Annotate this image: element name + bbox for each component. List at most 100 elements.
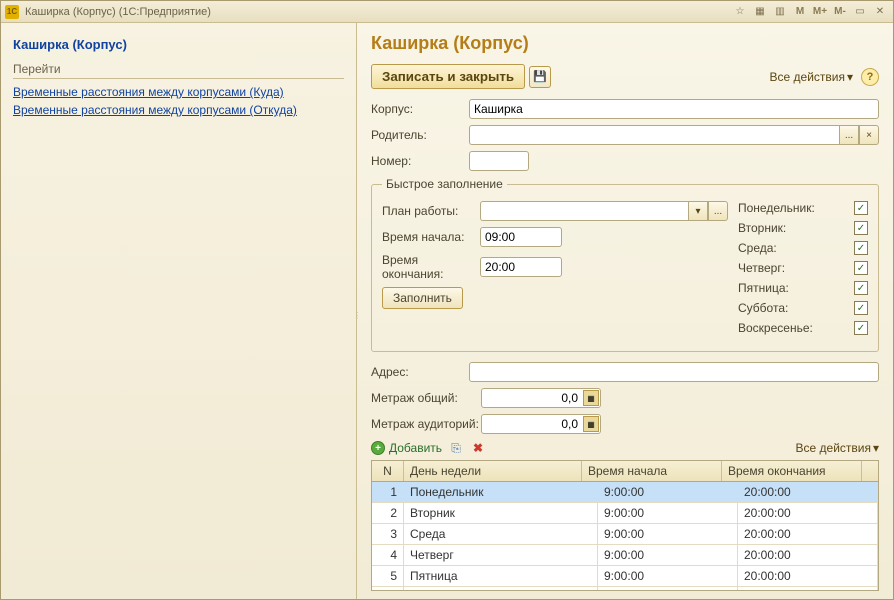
day-wed-checkbox[interactable]: ✓ — [854, 241, 868, 255]
plan-select-button[interactable]: ... — [708, 201, 728, 221]
col-n-header[interactable]: N — [372, 461, 404, 481]
memory-m-button[interactable]: M — [791, 4, 809, 20]
cell-start: 9:00:00 — [598, 545, 738, 565]
cell-n: 3 — [372, 524, 404, 544]
all-actions-dropdown[interactable]: Все действия ▾ — [770, 70, 854, 84]
day-thu-label: Четверг: — [738, 261, 785, 275]
grid-all-actions-dropdown[interactable]: Все действия ▾ — [796, 441, 880, 455]
cell-start: 9:00:00 — [598, 482, 738, 502]
nav-link-distances-from[interactable]: Временные расстояния между корпусами (От… — [13, 103, 344, 117]
day-tue-checkbox[interactable]: ✓ — [854, 221, 868, 235]
grid-icon[interactable]: ▦ — [751, 4, 769, 20]
memory-mplus-button[interactable]: M+ — [811, 4, 829, 20]
day-thu-checkbox[interactable]: ✓ — [854, 261, 868, 275]
table-row[interactable]: 5Пятница9:00:0020:00:00 — [372, 566, 878, 587]
table-row[interactable]: 4Четверг9:00:0020:00:00 — [372, 545, 878, 566]
day-tue-label: Вторник: — [738, 221, 786, 235]
day-sat-checkbox[interactable]: ✓ — [854, 301, 868, 315]
day-fri-checkbox[interactable]: ✓ — [854, 281, 868, 295]
day-sun-checkbox[interactable]: ✓ — [854, 321, 868, 335]
plus-icon: + — [371, 441, 385, 455]
address-input[interactable] — [469, 362, 879, 382]
scrollbar-header — [862, 461, 878, 481]
nav-title: Каширка (Корпус) — [13, 37, 344, 52]
nav-link-distances-to[interactable]: Временные расстояния между корпусами (Ку… — [13, 85, 344, 99]
quickfill-legend: Быстрое заполнение — [382, 177, 507, 191]
app-logo-icon: 1С — [5, 5, 19, 19]
add-row-button[interactable]: + Добавить — [371, 441, 442, 455]
table-row[interactable]: 1Понедельник9:00:0020:00:00 — [372, 482, 878, 503]
chevron-down-icon: ▾ — [873, 441, 879, 455]
table-row[interactable]: 6Суббота9:00:0020:00:00 — [372, 587, 878, 590]
korpus-label: Корпус: — [371, 102, 469, 116]
plan-input[interactable] — [480, 201, 688, 221]
cell-start: 9:00:00 — [598, 566, 738, 586]
plan-label: План работы: — [382, 204, 480, 218]
start-time-label: Время начала: — [382, 230, 480, 244]
number-label: Номер: — [371, 154, 469, 168]
quickfill-group: Быстрое заполнение План работы: ▾ ... — [371, 177, 879, 352]
cell-end: 20:00:00 — [738, 503, 878, 523]
parent-clear-button[interactable]: × — [859, 125, 879, 145]
cell-start: 9:00:00 — [598, 524, 738, 544]
parent-input[interactable] — [469, 125, 839, 145]
grid-toolbar: + Добавить ⎘ ✖ Все действия ▾ — [371, 440, 879, 456]
day-fri-label: Пятница: — [738, 281, 789, 295]
calculator-icon[interactable]: ▦ — [583, 390, 599, 406]
korpus-input[interactable] — [469, 99, 879, 119]
save-icon[interactable]: 💾 — [529, 66, 551, 88]
help-button[interactable]: ? — [861, 68, 879, 86]
schedule-grid: N День недели Время начала Время окончан… — [371, 460, 879, 591]
table-row[interactable]: 3Среда9:00:0020:00:00 — [372, 524, 878, 545]
start-time-input[interactable] — [480, 227, 562, 247]
parent-select-button[interactable]: ... — [839, 125, 859, 145]
titlebar: 1С Каширка (Корпус) (1С:Предприятие) ☆ ▦… — [1, 1, 893, 23]
save-and-close-button[interactable]: Записать и закрыть — [371, 64, 525, 89]
end-time-label: Время окончания: — [382, 253, 480, 281]
cell-n: 4 — [372, 545, 404, 565]
favorite-icon[interactable]: ☆ — [731, 4, 749, 20]
copy-row-button[interactable]: ⎘ — [448, 440, 464, 456]
cell-n: 1 — [372, 482, 404, 502]
cell-n: 2 — [372, 503, 404, 523]
number-input[interactable] — [469, 151, 529, 171]
cell-end: 20:00:00 — [738, 566, 878, 586]
delete-row-button[interactable]: ✖ — [470, 440, 486, 456]
table-row[interactable]: 2Вторник9:00:0020:00:00 — [372, 503, 878, 524]
fill-button[interactable]: Заполнить — [382, 287, 463, 309]
area-total-label: Метраж общий: — [371, 391, 481, 405]
area-aud-label: Метраж аудиторий: — [371, 417, 481, 431]
add-row-label: Добавить — [389, 441, 442, 455]
parent-label: Родитель: — [371, 128, 469, 142]
end-time-input[interactable] — [480, 257, 562, 277]
close-button[interactable]: ✕ — [871, 4, 889, 20]
cell-day: Среда — [404, 524, 598, 544]
plan-dropdown-button[interactable]: ▾ — [688, 201, 708, 221]
cell-n: 6 — [372, 587, 404, 590]
col-end-header[interactable]: Время окончания — [722, 461, 862, 481]
cell-day: Четверг — [404, 545, 598, 565]
col-day-header[interactable]: День недели — [404, 461, 582, 481]
form-toolbar: Записать и закрыть 💾 Все действия ▾ ? — [371, 64, 879, 89]
cell-end: 20:00:00 — [738, 482, 878, 502]
memory-mminus-button[interactable]: M- — [831, 4, 849, 20]
col-start-header[interactable]: Время начала — [582, 461, 722, 481]
calendar-icon[interactable]: ▥ — [771, 4, 789, 20]
day-wed-label: Среда: — [738, 241, 777, 255]
splitter-handle[interactable]: ⋮ — [357, 311, 359, 341]
cell-end: 20:00:00 — [738, 587, 878, 590]
grid-body[interactable]: 1Понедельник9:00:0020:00:002Вторник9:00:… — [372, 482, 878, 590]
address-label: Адрес: — [371, 365, 469, 379]
cell-start: 9:00:00 — [598, 503, 738, 523]
cell-day: Суббота — [404, 587, 598, 590]
minimize-button[interactable]: ▭ — [851, 4, 869, 20]
page-title: Каширка (Корпус) — [371, 33, 879, 54]
cell-day: Пятница — [404, 566, 598, 586]
app-window: 1С Каширка (Корпус) (1С:Предприятие) ☆ ▦… — [0, 0, 894, 600]
day-mon-checkbox[interactable]: ✓ — [854, 201, 868, 215]
grid-all-actions-label: Все действия — [796, 441, 871, 455]
day-sun-label: Воскресенье: — [738, 321, 813, 335]
cell-start: 9:00:00 — [598, 587, 738, 590]
navigation-pane: Каширка (Корпус) Перейти Временные расст… — [1, 23, 357, 599]
calculator-icon[interactable]: ▦ — [583, 416, 599, 432]
